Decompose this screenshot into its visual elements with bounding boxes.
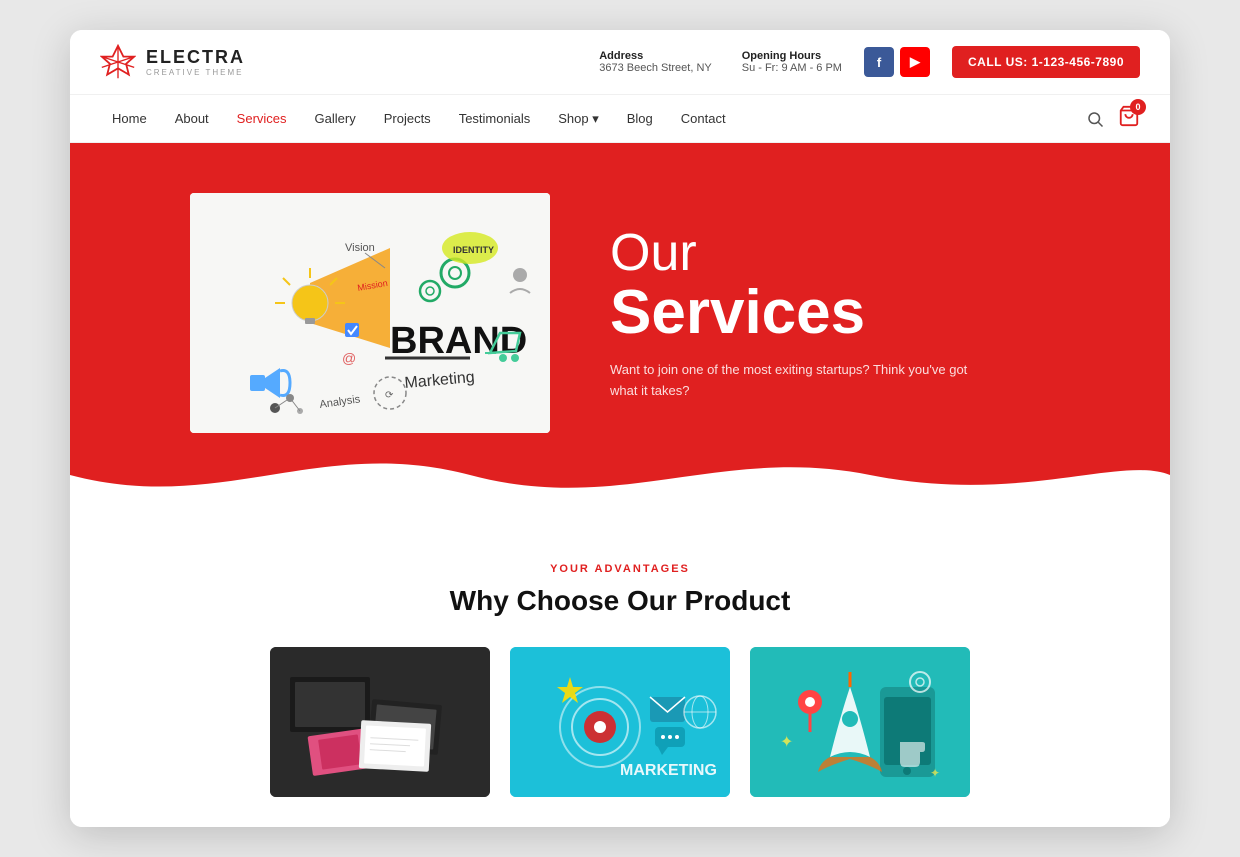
cart-button[interactable]: 0 xyxy=(1118,105,1140,132)
nav-item-contact[interactable]: Contact xyxy=(669,95,738,143)
address-block: Address 3673 Beech Street, NY xyxy=(599,50,712,74)
nav-item-testimonials[interactable]: Testimonials xyxy=(447,95,543,143)
svg-text:✦: ✦ xyxy=(930,766,940,780)
svg-text:⟳: ⟳ xyxy=(385,390,394,401)
svg-text:MARKETING: MARKETING xyxy=(620,762,717,779)
search-button[interactable] xyxy=(1086,110,1104,128)
hero-title-line1: Our xyxy=(610,225,990,282)
youtube-button[interactable]: ▶ xyxy=(900,47,930,77)
logo-area[interactable]: ELECTRA CREATIVE THEME xyxy=(100,44,245,80)
nav-item-blog[interactable]: Blog xyxy=(615,95,665,143)
social-icons: f ▶ xyxy=(864,47,930,77)
nav-bar: Home About Services Gallery Projects Tes… xyxy=(70,95,1170,143)
contact-info: Address 3673 Beech Street, NY Opening Ho… xyxy=(599,50,842,74)
nav-item-about[interactable]: About xyxy=(163,95,221,143)
search-icon xyxy=(1086,110,1104,128)
nav-item-services[interactable]: Services xyxy=(225,95,299,143)
svg-text:Vision: Vision xyxy=(345,242,375,254)
card-branding[interactable] xyxy=(270,647,490,797)
cart-badge: 0 xyxy=(1130,99,1146,115)
logo-sub: CREATIVE THEME xyxy=(146,68,245,77)
advantages-label: YOUR ADVANTAGES xyxy=(100,563,1140,575)
nav-item-home[interactable]: Home xyxy=(100,95,159,143)
hero-section: BRAND Marketing xyxy=(70,143,1170,513)
svg-text:@: @ xyxy=(342,350,356,366)
svg-text:✦: ✦ xyxy=(780,734,793,751)
advantages-section: YOUR ADVANTAGES Why Choose Our Product xyxy=(70,513,1170,827)
hours-block: Opening Hours Su - Fr: 9 AM - 6 PM xyxy=(742,50,842,74)
nav-icons: 0 xyxy=(1086,105,1140,132)
top-right: Address 3673 Beech Street, NY Opening Ho… xyxy=(599,46,1140,78)
hero-image: BRAND Marketing xyxy=(190,193,550,433)
nav-item-gallery[interactable]: Gallery xyxy=(303,95,368,143)
cards-row: MARKETING xyxy=(100,647,1140,797)
nav-links: Home About Services Gallery Projects Tes… xyxy=(100,95,738,143)
card-marketing[interactable]: MARKETING xyxy=(510,647,730,797)
svg-text:BRAND: BRAND xyxy=(390,320,527,362)
hero-text: Our Services Want to join one of the mos… xyxy=(610,225,990,402)
hours-value: Su - Fr: 9 AM - 6 PM xyxy=(742,62,842,74)
hero-content: BRAND Marketing xyxy=(70,143,1170,513)
svg-text:IDENTITY: IDENTITY xyxy=(453,245,494,255)
nav-item-projects[interactable]: Projects xyxy=(372,95,443,143)
advantages-title: Why Choose Our Product xyxy=(100,585,1140,617)
nav-item-shop[interactable]: Shop ▾ xyxy=(546,95,611,143)
top-bar: ELECTRA CREATIVE THEME Address 3673 Beec… xyxy=(70,30,1170,95)
hero-title-line2: Services xyxy=(610,282,990,344)
call-button[interactable]: CALL US: 1-123-456-7890 xyxy=(952,46,1140,78)
browser-window: ELECTRA CREATIVE THEME Address 3673 Beec… xyxy=(70,30,1170,827)
hero-description: Want to join one of the most exiting sta… xyxy=(610,360,990,402)
card-digital[interactable]: ✦ ✦ xyxy=(750,647,970,797)
facebook-button[interactable]: f xyxy=(864,47,894,77)
logo-icon xyxy=(100,44,136,80)
logo-text: ELECTRA CREATIVE THEME xyxy=(146,47,245,77)
address-value: 3673 Beech Street, NY xyxy=(599,62,712,74)
hours-label: Opening Hours xyxy=(742,50,842,62)
address-label: Address xyxy=(599,50,712,62)
logo-name: ELECTRA xyxy=(146,47,245,68)
